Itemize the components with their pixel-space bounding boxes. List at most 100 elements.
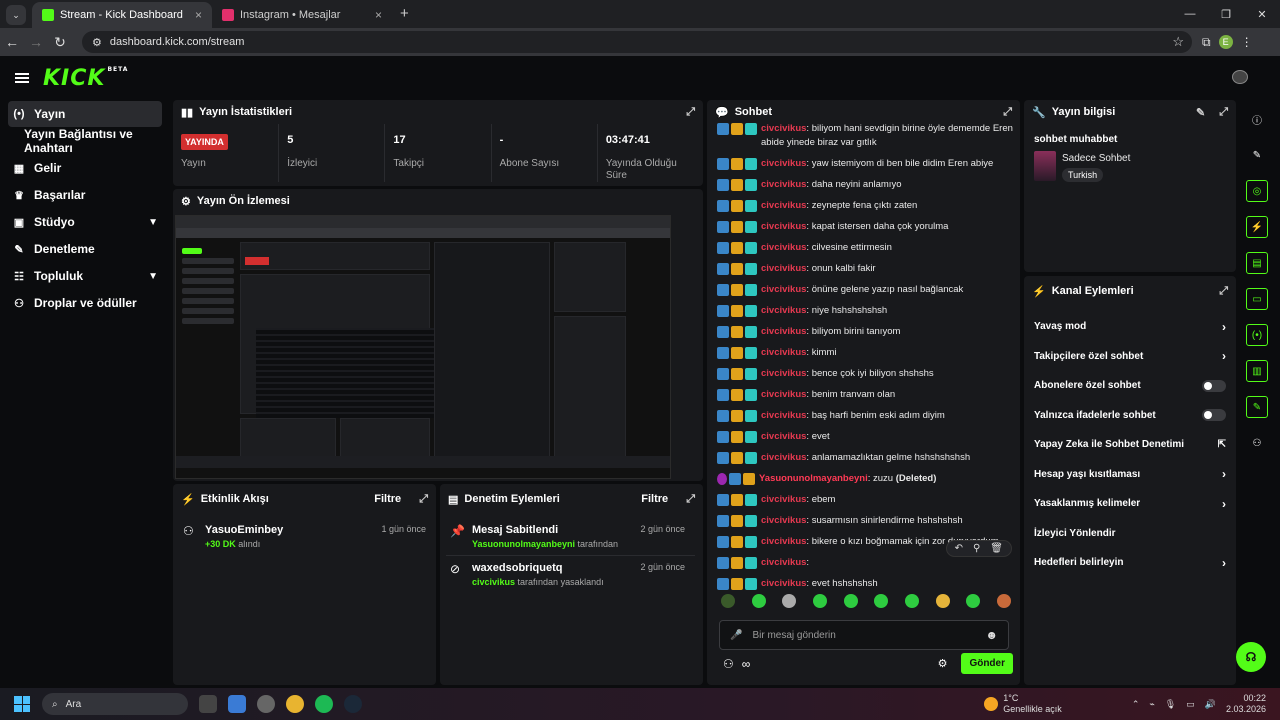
chat-input[interactable]: 🎤 Bir mesaj gönderin ☻ — [719, 620, 1009, 650]
chat-message[interactable]: civcivikus: onun kalbi fakir — [717, 262, 1017, 276]
chat-message[interactable]: civcivikus: ebem — [717, 493, 1017, 507]
action-goals[interactable]: Hedefleri belirleyin › — [1024, 548, 1236, 578]
chat-message[interactable]: civcivikus: yaw istemiyom di ben bile di… — [717, 157, 1017, 171]
store-icon[interactable] — [228, 695, 246, 713]
expand-icon[interactable]: ⤢ — [1219, 285, 1228, 298]
chat-message[interactable]: civcivikus: önüne gelene yazıp nasıl bağ… — [717, 283, 1017, 297]
bolt-icon[interactable]: ⚡ — [1246, 216, 1268, 238]
chat-message[interactable]: civcivikus: cilvesine ettirmesin — [717, 241, 1017, 255]
action-banned-words[interactable]: Yasaklanmış kelimeler › — [1024, 489, 1236, 519]
tab-search-button[interactable]: ⌄ — [6, 5, 26, 25]
moderation-item[interactable]: ⊘ waxedsobriquetq civcivikus tarafından … — [446, 556, 695, 593]
sidebar-item-stream[interactable]: (•) Yayın — [8, 101, 162, 127]
chat-username[interactable]: civcivikus — [761, 284, 806, 295]
chat-message[interactable]: civcivikus: kimmi — [717, 346, 1017, 360]
expand-icon[interactable]: ⤢ — [1219, 106, 1228, 119]
expand-icon[interactable]: ⤢ — [686, 493, 695, 506]
profile-avatar[interactable]: E — [1218, 35, 1233, 49]
chat-username[interactable]: civcivikus — [761, 368, 806, 379]
emotes-only-toggle[interactable] — [1202, 409, 1226, 422]
infinity-icon[interactable]: ∞ — [742, 657, 751, 671]
chat-username[interactable]: civcivikus — [761, 242, 806, 253]
expand-icon[interactable]: ⤢ — [686, 106, 695, 119]
chat-username[interactable]: civcivikus — [761, 263, 806, 274]
emote-icon[interactable] — [966, 594, 981, 608]
spotify-icon[interactable] — [315, 695, 333, 713]
edit-icon[interactable]: ✎ — [1196, 106, 1205, 119]
microphone-icon[interactable]: 🎙 — [1165, 699, 1176, 710]
chat-username[interactable]: civcivikus — [761, 347, 806, 358]
expand-icon[interactable]: ⤢ — [1003, 106, 1012, 119]
expand-icon[interactable]: ⤢ — [419, 493, 428, 506]
bookmark-star-icon[interactable]: ☆ — [1172, 34, 1184, 50]
sidebar-item-community[interactable]: ☷ Topluluk ▼ — [8, 263, 162, 289]
subscribers-only-toggle[interactable] — [1202, 379, 1226, 392]
chat-username[interactable]: civcivikus — [761, 578, 806, 589]
windows-start-icon[interactable] — [14, 696, 30, 712]
menu-icon[interactable] — [15, 73, 29, 83]
drops-icon[interactable]: ⚇ — [723, 657, 734, 671]
chat-message[interactable]: Yasuonunolmayanbeyni: zuzu (Deleted) — [717, 472, 1017, 486]
gear-icon[interactable]: ⚙ — [938, 657, 948, 670]
chat-message[interactable]: civcivikus: anlamamazlıktan gelme hshshs… — [717, 451, 1017, 465]
sidebar-item-moderation[interactable]: ✎ Denetleme — [8, 236, 162, 262]
filter-button[interactable]: Filtre — [641, 493, 668, 505]
browser-tab-instagram[interactable]: Instagram • Mesajlar × — [212, 2, 392, 28]
chat-username[interactable]: civcivikus — [761, 536, 806, 547]
chrome-icon[interactable] — [286, 695, 304, 713]
chat-message[interactable]: civcivikus: niye hshshshshsh — [717, 304, 1017, 318]
close-tab-icon[interactable]: × — [375, 8, 382, 22]
emote-icon[interactable] — [874, 594, 889, 608]
broadcast-icon[interactable]: (•) — [1246, 324, 1268, 346]
chat-username[interactable]: civcivikus — [761, 123, 806, 134]
chat-username[interactable]: civcivikus — [761, 200, 806, 211]
pin-icon[interactable]: ⚲ — [973, 543, 980, 554]
maximize-icon[interactable]: ❐ — [1208, 8, 1244, 21]
chat-username[interactable]: civcivikus — [761, 410, 806, 421]
weather-widget[interactable]: 1°C Genellikle açık — [984, 693, 1062, 715]
chat-message[interactable]: civcivikus: susarmısın sinirlendirme hsh… — [717, 514, 1017, 528]
back-icon[interactable]: ← — [0, 34, 24, 50]
chat-message[interactable]: civcivikus: zeynepte fena çıktı zaten — [717, 199, 1017, 213]
close-window-icon[interactable]: ✕ — [1244, 8, 1280, 21]
sidebar-item-studio[interactable]: ▣ Stüdyo ▼ — [8, 209, 162, 235]
emoji-icon[interactable]: ☻ — [985, 628, 998, 642]
task-view-icon[interactable] — [199, 695, 217, 713]
emote-icon[interactable] — [782, 594, 797, 608]
action-emotes-only[interactable]: Yalnızca ifadelerle sohbet — [1024, 401, 1236, 431]
sidebar-item-revenue[interactable]: ▦ Gelir — [8, 155, 162, 181]
chat-message[interactable]: civcivikus: evet hshshshsh — [717, 577, 1017, 591]
chat-username[interactable]: civcivikus — [761, 326, 806, 337]
layout-icon[interactable]: ▥ — [1246, 360, 1268, 382]
chat-message[interactable]: civcivikus: — [717, 556, 1017, 570]
delete-icon[interactable]: 🗑 — [990, 543, 1003, 554]
emote-icon[interactable] — [812, 594, 827, 608]
action-ai-moderation[interactable]: Yapay Zeka ile Sohbet Denetimi ⇱ — [1024, 430, 1236, 460]
app-icon[interactable] — [257, 695, 275, 713]
chat-username[interactable]: civcivikus — [761, 515, 806, 526]
action-subscribers-only[interactable]: Abonelere özel sohbet — [1024, 371, 1236, 401]
clock[interactable]: 00:22 2.03.2026 — [1226, 693, 1266, 715]
emote-icon[interactable] — [904, 594, 919, 608]
action-slow-mode[interactable]: Yavaş mod › — [1024, 312, 1236, 342]
kick-logo[interactable]: KICK BETA — [43, 66, 128, 91]
taskbar-search[interactable]: ⌕ Ara — [42, 693, 188, 715]
close-tab-icon[interactable]: × — [195, 8, 202, 22]
minimize-icon[interactable]: — — [1172, 8, 1208, 20]
chat-username[interactable]: civcivikus — [761, 452, 806, 463]
display-icon[interactable]: ▭ — [1186, 699, 1195, 710]
action-account-age[interactable]: Hesap yaşı kısıtlaması › — [1024, 460, 1236, 490]
filter-button[interactable]: Filtre — [374, 493, 401, 505]
user-avatar[interactable] — [1232, 70, 1248, 84]
chat-icon[interactable]: ▭ — [1246, 288, 1268, 310]
browser-tab-kick[interactable]: Stream - Kick Dashboard × — [32, 2, 212, 28]
chat-username[interactable]: Yasuonunolmayanbeyni — [759, 473, 868, 484]
emote-icon[interactable] — [996, 594, 1011, 608]
microphone-icon[interactable]: 🎤 — [730, 630, 742, 641]
volume-icon[interactable]: 🔊 — [1205, 699, 1216, 710]
chat-message[interactable]: civcivikus: daha neyini anlamıyo — [717, 178, 1017, 192]
chat-username[interactable]: civcivikus — [761, 158, 806, 169]
reply-icon[interactable]: ↶ — [955, 543, 963, 554]
chat-username[interactable]: civcivikus — [761, 179, 806, 190]
chat-username[interactable]: civcivikus — [761, 305, 806, 316]
